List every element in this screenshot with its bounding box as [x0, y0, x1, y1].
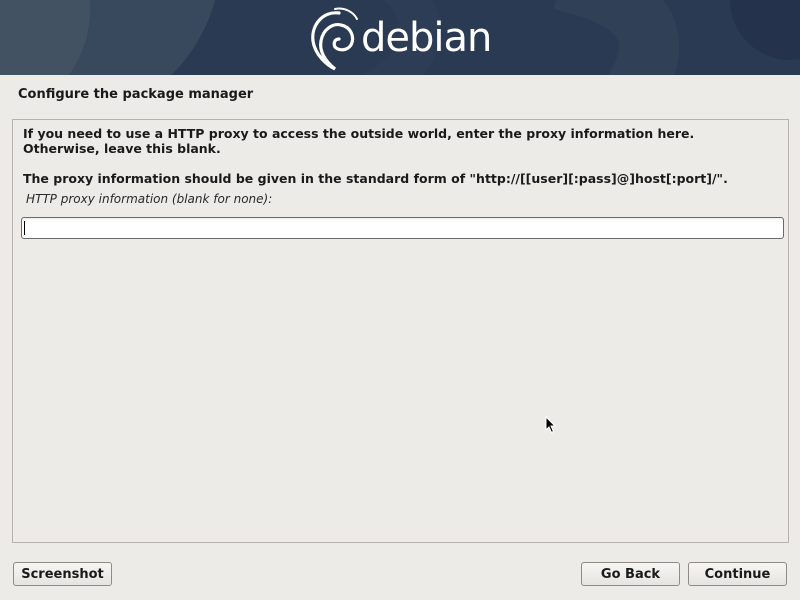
debian-logo: debian [305, 5, 492, 71]
continue-button[interactable]: Continue [688, 562, 787, 586]
page-title: Configure the package manager [18, 87, 254, 102]
go-back-button[interactable]: Go Back [581, 562, 680, 586]
content-panel: If you need to use a HTTP proxy to acces… [12, 119, 789, 543]
description-line-1: If you need to use a HTTP proxy to acces… [23, 126, 695, 141]
description-line-2: Otherwise, leave this blank. [23, 141, 221, 156]
proxy-format-description: The proxy information should be given in… [23, 171, 728, 186]
debian-swirl-icon [311, 7, 358, 71]
debian-logo-text: debian [361, 15, 492, 61]
proxy-field-label: HTTP proxy information (blank for none): [26, 192, 273, 206]
header-banner: debian [0, 0, 800, 75]
screenshot-button[interactable]: Screenshot [13, 562, 112, 586]
text-caret [24, 221, 25, 235]
mouse-pointer-icon [545, 416, 557, 434]
http-proxy-input[interactable] [21, 217, 784, 239]
